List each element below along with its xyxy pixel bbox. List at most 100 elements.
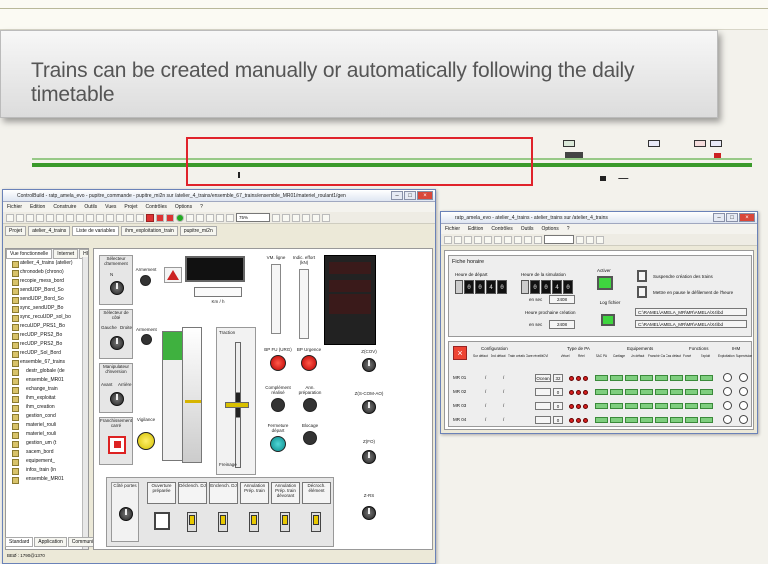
tree-item[interactable]: ihm_exploitat bbox=[6, 394, 88, 403]
pause-checkbox[interactable] bbox=[637, 286, 647, 298]
fh-menu-item[interactable]: ? bbox=[567, 224, 570, 234]
gare-field[interactable] bbox=[535, 416, 551, 424]
close-red-icon[interactable]: × bbox=[453, 346, 467, 360]
maximize-icon[interactable]: □ bbox=[726, 213, 738, 222]
equipment-toggle[interactable] bbox=[700, 375, 713, 381]
check-icon[interactable] bbox=[96, 213, 104, 222]
grid-icon[interactable] bbox=[206, 213, 214, 222]
cut-icon[interactable] bbox=[36, 213, 44, 222]
cut-icon[interactable] bbox=[474, 235, 482, 244]
equipment-toggle[interactable] bbox=[640, 417, 653, 423]
cb-title-bar[interactable]: ControlBuild - ratp_amela_evo - pupitre_… bbox=[3, 190, 435, 202]
equipment-toggle[interactable] bbox=[655, 403, 668, 409]
gare-field[interactable]: Ocean bbox=[535, 374, 551, 382]
equipment-toggle[interactable] bbox=[685, 389, 698, 395]
equipment-toggle[interactable] bbox=[700, 403, 713, 409]
zoom-fit-icon[interactable] bbox=[596, 235, 604, 244]
close-icon[interactable]: × bbox=[739, 213, 755, 222]
check-icon[interactable] bbox=[534, 235, 542, 244]
tree-item[interactable]: destr_globale (de bbox=[6, 367, 88, 376]
equipment-toggle[interactable] bbox=[625, 403, 638, 409]
equipment-toggle[interactable] bbox=[640, 375, 653, 381]
paste-icon[interactable] bbox=[494, 235, 502, 244]
num-field[interactable]: 32 bbox=[553, 374, 563, 382]
tree-item[interactable]: sync_sendUDP_Bo bbox=[6, 304, 88, 313]
redo-icon[interactable] bbox=[514, 235, 522, 244]
pause-icon[interactable] bbox=[156, 213, 164, 222]
build-icon[interactable] bbox=[524, 235, 532, 244]
paste-icon[interactable] bbox=[56, 213, 64, 222]
tree-item[interactable]: sync_recuUDP_sol_bo bbox=[6, 313, 88, 322]
pan-icon[interactable] bbox=[322, 213, 330, 222]
fh-menu-item[interactable]: Fichier bbox=[445, 224, 460, 234]
vigilance-button[interactable] bbox=[137, 432, 155, 450]
toggle-switch[interactable] bbox=[187, 512, 197, 532]
suspendre-checkbox[interactable] bbox=[637, 270, 647, 282]
tree-item[interactable]: sendUDP_Bord_So bbox=[6, 295, 88, 304]
equipment-toggle[interactable] bbox=[640, 389, 653, 395]
zoom-select-icon[interactable] bbox=[312, 213, 320, 222]
cb-menu-item[interactable]: Vues bbox=[105, 202, 116, 212]
tree-item[interactable]: equipement_ bbox=[6, 457, 88, 466]
ouverture-button[interactable] bbox=[154, 512, 170, 530]
new-icon[interactable] bbox=[6, 213, 14, 222]
zoom-reset-icon[interactable] bbox=[302, 213, 310, 222]
sidebar-tab-fonctionnelle[interactable]: Vue fonctionnelle bbox=[6, 249, 53, 259]
maximize-icon[interactable]: □ bbox=[404, 191, 416, 200]
num-field[interactable]: 0 bbox=[553, 388, 563, 396]
cb-menu-item[interactable]: Construire bbox=[53, 202, 76, 212]
heure-depart-digits[interactable]: 0040 bbox=[455, 280, 507, 294]
z-fo-knob[interactable] bbox=[362, 450, 376, 464]
fh-title-bar[interactable]: ratp_amela_evo - atelier_4_trains - atel… bbox=[441, 212, 757, 224]
build-icon[interactable] bbox=[86, 213, 94, 222]
equipment-toggle[interactable] bbox=[670, 375, 683, 381]
redo-icon[interactable] bbox=[76, 213, 84, 222]
undo-icon[interactable] bbox=[504, 235, 512, 244]
bug-icon[interactable] bbox=[116, 213, 124, 222]
cb-menu-item[interactable]: Options bbox=[175, 202, 192, 212]
z-s-com-knob[interactable] bbox=[362, 400, 376, 414]
z-rs-knob[interactable] bbox=[362, 506, 376, 520]
armement-knob[interactable] bbox=[110, 281, 124, 295]
fh-menu-item[interactable]: Contrôles bbox=[491, 224, 512, 234]
tree-item[interactable]: recopie_mess_bord bbox=[6, 277, 88, 286]
toggle-switch[interactable] bbox=[311, 512, 321, 532]
inversion-knob[interactable] bbox=[110, 392, 124, 406]
tree-item[interactable]: ensemble_MR01 bbox=[6, 376, 88, 385]
step-red-icon[interactable] bbox=[166, 213, 174, 222]
bottom-tab-standard[interactable]: Standard bbox=[5, 537, 34, 547]
path-field-2[interactable]: C:\RAMEL\AMELA_MR\MR\AMELA\X4\bd bbox=[635, 320, 747, 328]
magnifier-icon[interactable] bbox=[739, 387, 748, 396]
magnifier-icon[interactable] bbox=[723, 373, 732, 382]
tree-item[interactable]: ensemble_67_trains bbox=[6, 358, 88, 367]
equipment-toggle[interactable] bbox=[685, 375, 698, 381]
tree-item[interactable]: recUDP_Sol_Bord bbox=[6, 349, 88, 358]
copy-icon[interactable] bbox=[484, 235, 492, 244]
tree-item[interactable]: ensemble_MR01 bbox=[6, 475, 88, 484]
save-icon[interactable] bbox=[26, 213, 34, 222]
equipment-toggle[interactable] bbox=[655, 389, 668, 395]
equipment-toggle[interactable] bbox=[610, 417, 623, 423]
minimize-icon[interactable]: – bbox=[713, 213, 725, 222]
num-field[interactable]: 0 bbox=[553, 416, 563, 424]
equipment-toggle[interactable] bbox=[700, 389, 713, 395]
activer-button[interactable] bbox=[597, 276, 613, 290]
tree-item[interactable]: ihm_creation bbox=[6, 403, 88, 412]
tab-ihm-exploitation[interactable]: ihm_exploitation_train bbox=[121, 226, 178, 236]
save-icon[interactable] bbox=[464, 235, 472, 244]
cote-knob[interactable] bbox=[110, 336, 124, 350]
tab-pupitre[interactable]: pupitre_mi2n bbox=[179, 226, 217, 236]
new-icon[interactable] bbox=[444, 235, 452, 244]
cote-portes-knob[interactable] bbox=[119, 507, 133, 521]
copy-icon[interactable] bbox=[46, 213, 54, 222]
debug-icon[interactable] bbox=[106, 213, 114, 222]
zoom-in-icon[interactable] bbox=[576, 235, 584, 244]
bottom-tab-application[interactable]: Application bbox=[34, 537, 67, 547]
gare-field[interactable] bbox=[535, 402, 551, 410]
equipment-toggle[interactable] bbox=[670, 389, 683, 395]
tree-item[interactable]: recUDP_PRS2_Bo bbox=[6, 331, 88, 340]
tab-liste-variables[interactable]: Liste de variables bbox=[72, 226, 120, 236]
equipment-toggle[interactable] bbox=[655, 375, 668, 381]
sidebar-tab-internet[interactable]: Internet bbox=[53, 249, 79, 259]
tree-item[interactable]: materiel_rouli bbox=[6, 430, 88, 439]
